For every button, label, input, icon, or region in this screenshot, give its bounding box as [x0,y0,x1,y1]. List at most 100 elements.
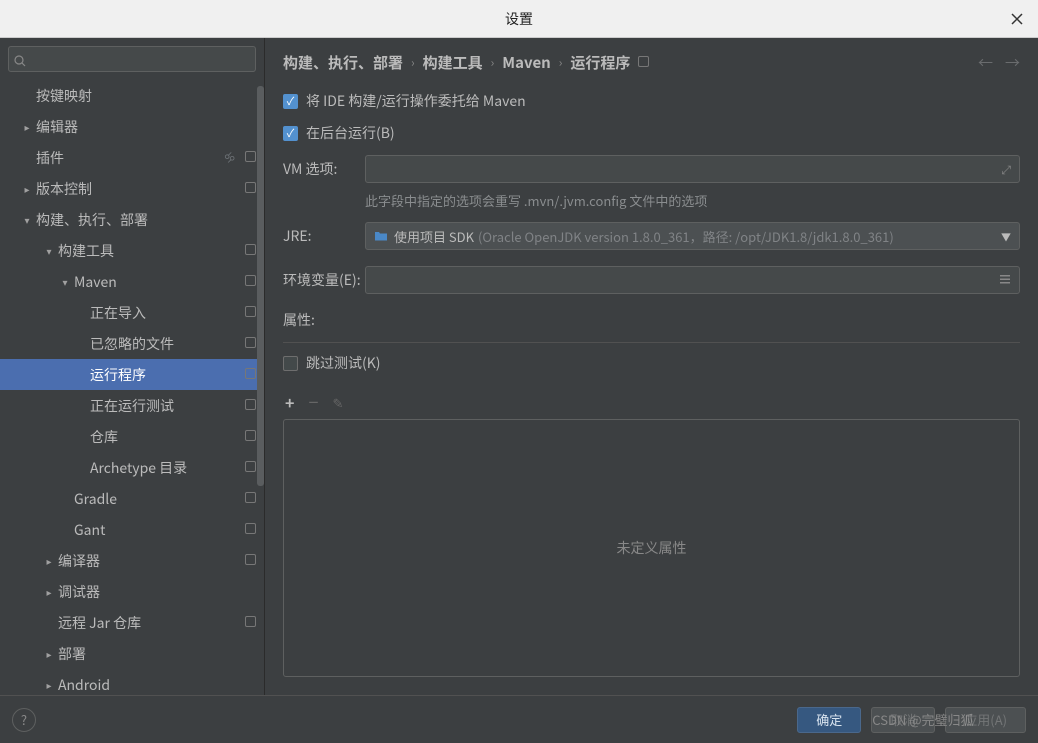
tree-item[interactable]: Archetype 目录 [0,452,264,483]
env-label: 环境变量(E): [283,270,365,290]
tree-item-label: 正在运行测试 [90,396,241,416]
jre-label: JRE: [283,226,365,246]
env-input[interactable] [365,266,1020,294]
tree-item[interactable]: Gant [0,514,264,545]
chevron-down-icon[interactable]: ▾ [58,274,72,289]
breadcrumb-item[interactable]: Maven [502,52,551,73]
title-bar: 设置 [0,0,1038,38]
close-button[interactable] [1006,8,1028,30]
chevron-right-icon: › [559,54,563,71]
main-area: 按键映射▸编辑器插件🝰▸版本控制▾构建、执行、部署▾构建工具▾Maven正在导入… [0,38,1038,695]
tree-item-label: Maven [74,272,241,292]
background-checkbox-row[interactable]: ✓ 在后台运行(B) [283,123,1020,143]
cancel-button[interactable]: 取消 CSDN @完璧归狐 [871,707,935,733]
scope-badge-icon [245,522,256,538]
tree-item-label: 远程 Jar 仓库 [58,613,241,633]
vm-options-label: VM 选项: [283,159,365,179]
chevron-right-icon[interactable]: ▸ [20,181,34,196]
jre-main-text: 使用项目 SDK [394,227,474,246]
scope-badge-icon [245,150,256,166]
help-button[interactable]: ? [12,708,36,732]
tree-item-label: 构建、执行、部署 [36,210,256,230]
tree-item-label: Gradle [74,489,241,509]
tree-item[interactable]: 插件🝰 [0,142,264,173]
tree-item[interactable]: 正在导入 [0,297,264,328]
scope-badge-icon [245,367,256,383]
scrollbar[interactable] [257,86,264,486]
checkbox-unchecked-icon[interactable] [283,356,298,371]
jre-dropdown[interactable]: 使用项目 SDK (Oracle OpenJDK version 1.8.0_3… [365,222,1020,250]
chevron-down-icon[interactable]: ▾ [42,243,56,258]
chevron-right-icon[interactable]: ▸ [20,119,34,134]
chevron-right-icon[interactable]: ▸ [42,646,56,661]
skip-tests-checkbox-row[interactable]: 跳过测试(K) [283,353,1020,373]
skip-tests-label: 跳过测试(K) [306,353,381,373]
scope-badge-icon [245,429,256,445]
add-icon[interactable]: + [285,390,294,414]
edit-icon: ✎ [332,393,343,412]
scope-badge-icon [245,398,256,414]
properties-label: 属性: [283,310,1020,330]
tree-item[interactable]: ▸部署 [0,638,264,669]
close-icon [1011,13,1023,25]
empty-properties-text: 未定义属性 [617,538,687,558]
tree-item[interactable]: ▸Android [0,669,264,695]
breadcrumb-item: 运行程序 [570,52,630,73]
checkbox-checked-icon[interactable]: ✓ [283,126,298,141]
breadcrumb-item[interactable]: 构建工具 [423,52,483,73]
expand-icon[interactable]: ⤢ [1001,161,1011,178]
tree-item[interactable]: ▾Maven [0,266,264,297]
tree-item[interactable]: 正在运行测试 [0,390,264,421]
properties-toolbar: + − ✎ [283,385,1020,419]
tree-item-label: 调试器 [58,582,256,602]
list-icon[interactable] [999,272,1011,289]
chevron-right-icon: › [411,54,415,71]
delegate-label: 将 IDE 构建/运行操作委托给 Maven [306,91,526,111]
separator [283,342,1020,343]
tree-item[interactable]: ▸编译器 [0,545,264,576]
tree-item[interactable]: 已忽略的文件 [0,328,264,359]
tree-item-label: 运行程序 [90,365,241,385]
tree-item[interactable]: ▾构建、执行、部署 [0,204,264,235]
folder-icon [374,227,388,246]
jre-detail-text: (Oracle OpenJDK version 1.8.0_361，路径: /o… [478,227,1001,246]
tree-item[interactable]: ▸编辑器 [0,111,264,142]
tree-item[interactable]: ▸版本控制 [0,173,264,204]
scope-badge-icon [245,491,256,507]
delegate-checkbox-row[interactable]: ✓ 将 IDE 构建/运行操作委托给 Maven [283,91,1020,111]
tree-item-label: 按键映射 [36,86,256,106]
tree-item-label: 部署 [58,644,256,664]
chevron-right-icon[interactable]: ▸ [42,553,56,568]
breadcrumb-item[interactable]: 构建、执行、部署 [283,52,403,73]
tree-item[interactable]: 远程 Jar 仓库 [0,607,264,638]
nav-back-icon[interactable]: ← [978,52,993,73]
dialog-footer: ? 确定 取消 CSDN @完璧归狐 应用(A) [0,695,1038,743]
tree-item[interactable]: 运行程序 [0,359,264,390]
chevron-down-icon[interactable]: ▾ [20,212,34,227]
tree-item[interactable]: 仓库 [0,421,264,452]
tree-item-label: 版本控制 [36,179,241,199]
tree-item[interactable]: ▾构建工具 [0,235,264,266]
tree-item[interactable]: Gradle [0,483,264,514]
vm-help-text: 此字段中指定的选项会重写 .mvn/.jvm.config 文件中的选项 [365,191,1020,210]
scope-badge-icon [245,274,256,290]
nav-forward-icon[interactable]: → [1005,52,1020,73]
scope-badge-icon [245,460,256,476]
settings-tree[interactable]: 按键映射▸编辑器插件🝰▸版本控制▾构建、执行、部署▾构建工具▾Maven正在导入… [0,76,264,695]
search-input[interactable] [8,46,256,72]
tree-item[interactable]: ▸调试器 [0,576,264,607]
chevron-right-icon[interactable]: ▸ [42,677,56,692]
tree-item-label: Android [58,675,256,695]
remove-icon: − [308,389,318,415]
scope-badge-icon [245,336,256,352]
chevron-right-icon[interactable]: ▸ [42,584,56,599]
scope-badge-icon [245,553,256,569]
watermark-text: CSDN @完璧归狐 [872,710,973,729]
ok-button[interactable]: 确定 [797,707,861,733]
tree-item[interactable]: 按键映射 [0,80,264,111]
vm-options-input[interactable]: ⤢ [365,155,1020,183]
properties-list[interactable]: 未定义属性 [283,419,1020,677]
scope-badge-icon [638,54,649,71]
checkbox-checked-icon[interactable]: ✓ [283,94,298,109]
tree-item-label: Archetype 目录 [90,458,241,478]
